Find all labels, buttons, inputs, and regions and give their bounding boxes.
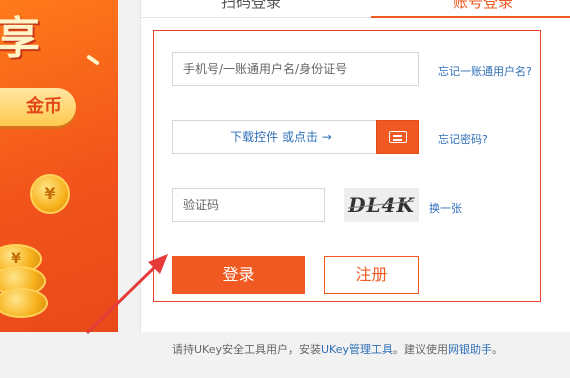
ukey-hint-middle: 。建议使用 — [393, 343, 448, 356]
promo-banner: 享 金币 ¥ ¥ — [0, 0, 118, 332]
tab-qr-login[interactable]: 扫码登录 — [221, 0, 281, 14]
active-tab-indicator — [371, 16, 570, 18]
captcha-image[interactable]: DL4K — [344, 188, 419, 222]
forgot-username-link[interactable]: 忘记一账通用户名? — [438, 63, 532, 79]
tab-account-login[interactable]: 账号登录 — [453, 0, 513, 14]
username-input[interactable]: 手机号/一账通用户名/身份证号 — [172, 52, 419, 86]
banner-headline: 享 — [0, 13, 40, 64]
login-button[interactable]: 登录 — [172, 256, 305, 294]
login-tabs: 扫码登录 账号登录 — [141, 0, 570, 18]
ukey-tool-link[interactable]: UKey管理工具 — [321, 343, 393, 356]
captcha-text: DL4K — [348, 193, 415, 217]
refresh-captcha-link[interactable]: 换一张 — [429, 200, 462, 216]
ukey-hint-suffix: 。 — [492, 343, 503, 356]
ukey-hint-prefix: 请持UKey安全工具用户，安装 — [172, 343, 321, 356]
login-card: 扫码登录 账号登录 手机号/一账通用户名/身份证号 忘记一账通用户名? 下载控件… — [140, 0, 570, 332]
coin-stack-icon — [0, 288, 48, 318]
forgot-password-link[interactable]: 忘记密码? — [438, 131, 488, 147]
login-form: 手机号/一账通用户名/身份证号 忘记一账通用户名? 下载控件 或点击 → 忘记密… — [153, 30, 541, 302]
bank-assistant-link[interactable]: 网银助手 — [448, 343, 492, 356]
password-plugin-field[interactable]: 下载控件 或点击 → — [172, 120, 390, 154]
keyboard-icon — [389, 131, 407, 143]
register-button[interactable]: 注册 — [324, 256, 419, 294]
sparkle-decoration — [86, 54, 100, 66]
coin-icon: ¥ — [30, 174, 70, 214]
banner-coin-pill: 金币 — [0, 88, 76, 126]
ukey-hint: 请持UKey安全工具用户，安装UKey管理工具。建议使用网银助手。 — [172, 341, 503, 357]
soft-keyboard-button[interactable] — [376, 120, 419, 154]
captcha-input[interactable]: 验证码 — [172, 188, 325, 222]
